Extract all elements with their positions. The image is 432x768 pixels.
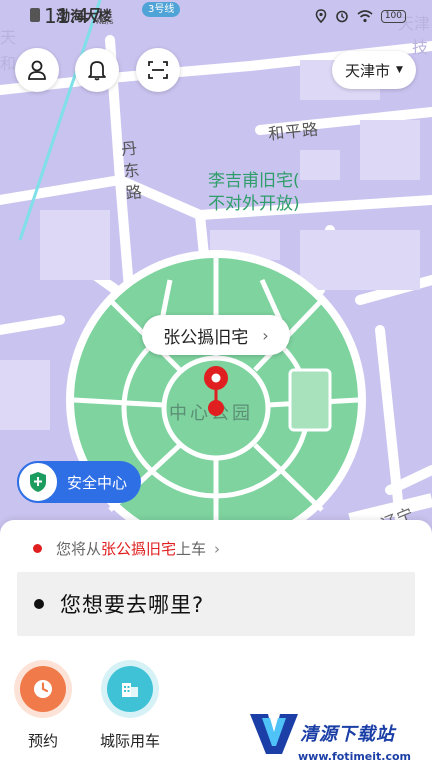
bell-icon [88,61,106,81]
reserve-label: 预约 [27,732,58,750]
building-icon [107,666,153,712]
poi-label-edge-left-2: 和 [0,54,17,73]
shield-icon [17,461,59,503]
city-label: 天津市 [345,61,391,80]
pickup-callout-label: 张公撝旧宅 [163,327,249,348]
destination-dot-icon [34,599,44,609]
watermark: 清源下载站 www.fotimeit.com [248,708,428,766]
intercity-label: 城际用车 [99,732,160,750]
alarm-icon [336,10,348,23]
scan-button[interactable] [136,48,180,92]
poi-label-lijifu-sub: 不对外开放) [208,194,300,214]
metro-line-badge: 3号线 [142,2,181,17]
location-icon [315,9,327,23]
pickup-prefix: 您将从 [56,540,102,558]
profile-icon [28,60,46,80]
reserve-button[interactable]: 预约 [8,666,78,751]
notifications-button[interactable] [75,48,119,92]
watermark-title: 清源下载站 [300,724,395,745]
watermark-logo-icon [250,714,298,754]
net-speed: KB/s [96,17,114,26]
chevron-right-icon: › [214,539,221,558]
safety-center-button[interactable]: 安全中心 [17,461,141,503]
status-icons: 100 [315,9,406,23]
chevron-right-icon: › [262,325,269,345]
profile-button[interactable] [15,48,59,92]
caret-down-icon: ▼ [396,65,403,75]
scan-icon [148,61,168,79]
poi-label-edge-right-2: 技 [412,38,429,57]
destination-placeholder: 您想要去哪里? [60,593,205,617]
poi-label-lijifu: 李吉甫旧宅( [208,171,300,191]
intercity-button[interactable]: 城际用车 [95,666,165,751]
city-selector[interactable]: 天津市 ▼ [332,51,416,89]
watermark-url: www.fotimeit.com [298,750,412,763]
pickup-row[interactable]: 您将从 张公撝旧宅 上车 › [33,538,220,559]
wifi-icon [357,10,373,23]
battery-icon: 100 [380,9,406,23]
clock-icon [20,666,66,712]
pickup-dot-icon [33,544,42,553]
pickup-place: 张公撝旧宅 [101,540,177,558]
destination-input[interactable]: 您想要去哪里? [17,572,415,636]
pickup-suffix: 上车 [176,540,207,558]
pickup-pin-icon [204,366,228,416]
safety-center-label: 安全中心 [67,473,128,492]
sim-icon [30,8,40,22]
pickup-callout[interactable]: 张公撝旧宅 › [142,315,290,355]
status-bar: 11:47 渤海大楼 KB/s 3号线 100 [0,0,432,34]
